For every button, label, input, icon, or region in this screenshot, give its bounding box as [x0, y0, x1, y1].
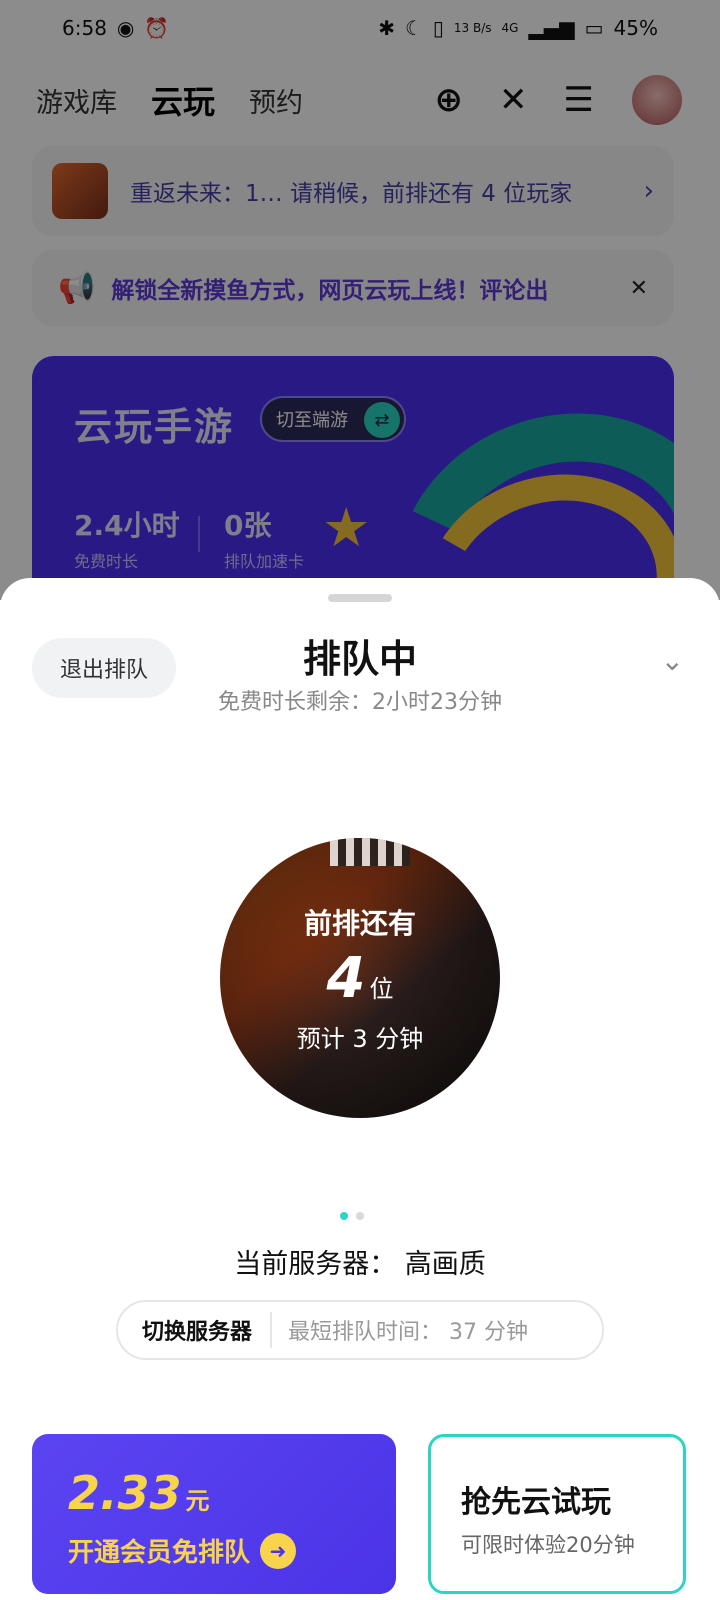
shortest-queue-time: 最短排队时间： 37 分钟 — [288, 1320, 528, 1345]
modal-overlay[interactable] — [0, 0, 720, 600]
vip-skip-queue-button[interactable]: 2.33 元 开通会员免排队 ➜ — [32, 1434, 396, 1594]
page-indicator — [340, 1212, 364, 1220]
queue-count: 4 — [326, 946, 366, 1011]
page-dot-active — [340, 1212, 348, 1220]
vip-price: 2.33 元 — [68, 1466, 210, 1520]
sheet-title: 排队中 — [302, 637, 417, 681]
vip-label-row: 开通会员免排队 ➜ — [68, 1532, 297, 1569]
queue-front-label: 前排还有 — [303, 907, 416, 940]
vip-currency: 元 — [185, 1487, 210, 1515]
free-time-remaining: 免费时长剩余：2小时23分钟 — [218, 690, 502, 715]
chevron-down-icon[interactable]: ⌄ — [661, 644, 684, 677]
arrow-right-icon: ➜ — [260, 1532, 297, 1569]
queue-status-circle: 前排还有 4 位 预计 3 分钟 — [220, 838, 500, 1118]
drag-handle[interactable] — [328, 594, 392, 602]
server-pill: 切换服务器 最短排队时间： 37 分钟 — [116, 1300, 604, 1360]
switch-server-button[interactable]: 切换服务器 — [118, 1312, 273, 1348]
trial-play-button[interactable]: 抢先云试玩 可限时体验20分钟 — [428, 1434, 686, 1594]
trial-title: 抢先云试玩 — [461, 1485, 611, 1520]
queue-eta: 预计 3 分钟 — [296, 1025, 424, 1053]
vip-label: 开通会员免排队 — [68, 1538, 251, 1568]
vip-price-value: 2.33 — [68, 1466, 182, 1520]
queue-unit: 位 — [369, 975, 394, 1003]
trial-subtitle: 可限时体验20分钟 — [461, 1533, 635, 1557]
current-server: 当前服务器： 高画质 — [234, 1249, 486, 1280]
queue-sheet: 退出排队 排队中 免费时长剩余：2小时23分钟 ⌄ 前排还有 4 位 预计 3 … — [0, 578, 720, 1600]
page-dot — [356, 1212, 364, 1220]
